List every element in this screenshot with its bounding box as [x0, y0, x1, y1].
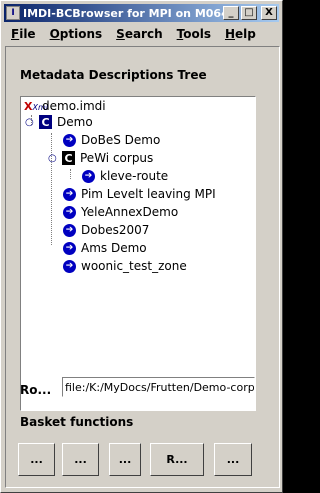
menu-help[interactable]: Help [218, 27, 263, 41]
tree-node-yele[interactable]: ➔ YeleAnnexDemo [63, 204, 178, 220]
menu-file[interactable]: File [4, 27, 43, 41]
menu-search[interactable]: Search [109, 27, 169, 41]
menu-bar: File Options Search Tools Help [4, 24, 279, 44]
root-label: Ro... [20, 383, 52, 397]
tree-node-demo[interactable]: ○ C Demo [25, 114, 93, 130]
arrow-link-icon: ➔ [82, 169, 95, 183]
basket-section-title: Basket functions [20, 415, 134, 429]
tree-node-label: Ams Demo [81, 241, 147, 255]
arrow-link-icon: ➔ [63, 205, 76, 219]
expand-handle-icon[interactable]: ○ [48, 153, 60, 164]
arrow-link-icon: ➔ [63, 223, 76, 237]
arrow-link-icon: ➔ [63, 241, 76, 255]
corpus-icon: C [62, 151, 75, 165]
tree-node-label: YeleAnnexDemo [81, 205, 179, 219]
menu-tools[interactable]: Tools [170, 27, 218, 41]
corpus-icon: C [39, 115, 52, 129]
tree-node-dobes-demo[interactable]: ➔ DoBeS Demo [63, 132, 160, 148]
tree-node-label: Demo [57, 115, 93, 129]
tree-section-title: Metadata Descriptions Tree [20, 68, 207, 82]
title-bar[interactable]: I IMDI-BCBrowser for MPI on M064... _ □ … [4, 4, 279, 22]
tree-node-label: Pim Levelt leaving MPI [81, 187, 216, 201]
tree-node-label: Dobes2007 [81, 223, 150, 237]
tree-node-dobes2007[interactable]: ➔ Dobes2007 [63, 222, 149, 238]
tree-node-pim[interactable]: ➔ Pim Levelt leaving MPI [63, 186, 216, 202]
close-button[interactable]: X [261, 6, 277, 20]
basket-r-button[interactable]: R... [150, 443, 204, 476]
tree-node-root[interactable]: XXml demo.imdi [24, 98, 106, 114]
basket-button-3[interactable]: ... [109, 443, 141, 476]
minimize-button[interactable]: _ [223, 6, 239, 20]
basket-button-2[interactable]: ... [62, 443, 99, 476]
metadata-tree[interactable]: XXml demo.imdi ○ C Demo ➔ DoBeS Demo ○ C… [20, 96, 256, 411]
tree-node-label: DoBeS Demo [81, 133, 161, 147]
basket-button-1[interactable]: ... [18, 443, 55, 476]
tree-node-pewi[interactable]: ○ C PeWi corpus [48, 150, 153, 166]
window-title: IMDI-BCBrowser for MPI on M064... [23, 6, 223, 20]
root-path-field[interactable]: file:/K:/MyDocs/Frutten/Demo-corpus [62, 377, 255, 397]
app-window: I IMDI-BCBrowser for MPI on M064... _ □ … [0, 0, 283, 493]
tree-node-label: woonic_test_zone [81, 259, 187, 273]
arrow-link-icon: ➔ [63, 133, 76, 147]
tree-node-label: demo.imdi [42, 99, 106, 113]
tree-node-woonic[interactable]: ➔ woonic_test_zone [63, 258, 187, 274]
arrow-link-icon: ➔ [63, 259, 76, 273]
tree-node-kleve-route[interactable]: ➔ kleve-route [82, 168, 168, 184]
arrow-link-icon: ➔ [63, 187, 76, 201]
tree-line [70, 169, 71, 179]
basket-button-5[interactable]: ... [214, 443, 252, 476]
app-icon: I [6, 6, 20, 20]
tree-node-ams[interactable]: ➔ Ams Demo [63, 240, 147, 256]
maximize-button[interactable]: □ [241, 6, 257, 20]
tree-node-label: kleve-route [100, 169, 169, 183]
xml-file-icon: XXml [24, 99, 48, 113]
tree-node-label: PeWi corpus [80, 151, 154, 165]
menu-options[interactable]: Options [43, 27, 110, 41]
main-panel: Metadata Descriptions Tree XXml demo.imd… [5, 46, 280, 488]
expand-handle-icon[interactable]: ○ [25, 117, 37, 128]
